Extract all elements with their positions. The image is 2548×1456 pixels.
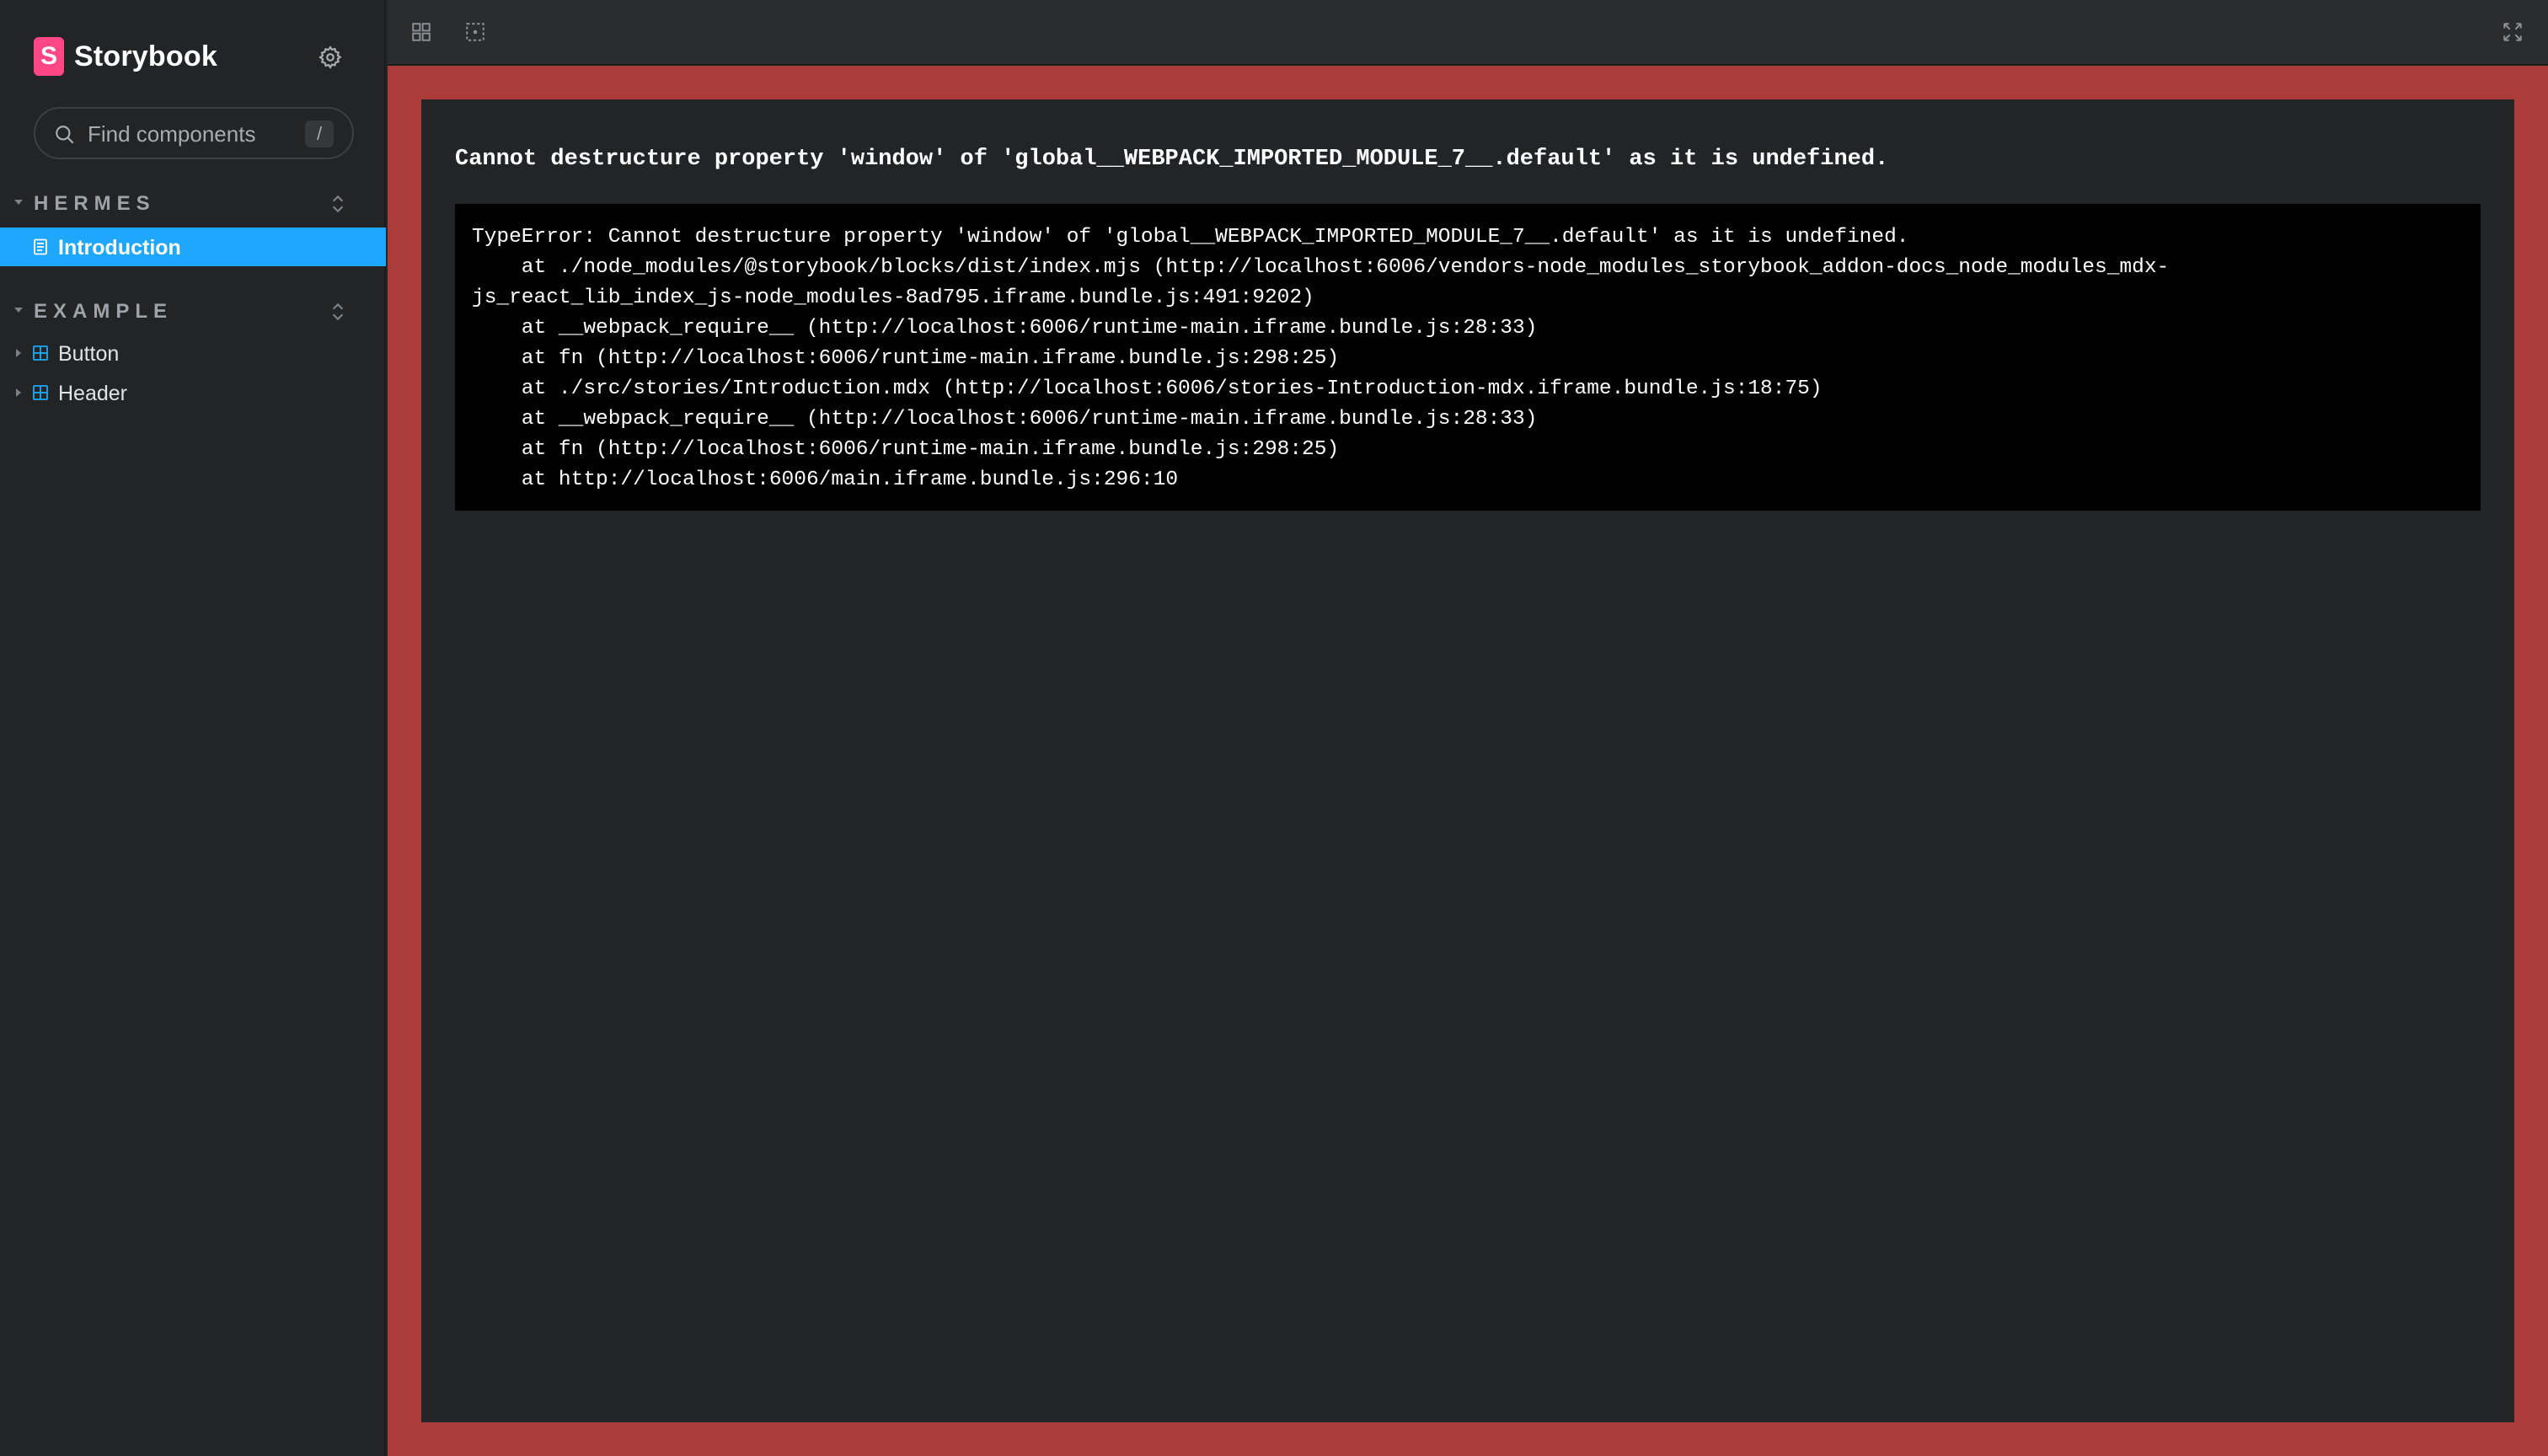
group-header-hermes[interactable]: HERMES xyxy=(0,187,386,221)
settings-button[interactable] xyxy=(313,40,347,74)
sidebar-item-header[interactable]: Header xyxy=(0,373,386,412)
chevron-right-icon[interactable] xyxy=(14,388,23,398)
brand[interactable]: S Storybook xyxy=(34,37,217,76)
stack-line: TypeError: Cannot destructure property '… xyxy=(472,226,1909,249)
search-input[interactable] xyxy=(86,115,297,153)
outline-icon xyxy=(466,23,484,41)
error-stack-trace: TypeError: Cannot destructure property '… xyxy=(455,204,2481,511)
stack-line: at fn (http://localhost:6006/runtime-mai… xyxy=(472,438,1340,461)
group-label: EXAMPLE xyxy=(34,300,174,323)
sidebar-item-label: Introduction xyxy=(58,236,181,260)
sidebar-item-label: Button xyxy=(58,342,120,366)
expand-collapse-icon[interactable] xyxy=(327,300,349,324)
storybook-logo: S xyxy=(34,37,64,76)
sidebar: S Storybook / HERMES xyxy=(0,0,386,1456)
component-icon xyxy=(33,345,48,361)
document-icon xyxy=(34,238,47,255)
sidebar-item-button[interactable]: Button xyxy=(0,334,386,372)
fullscreen-button[interactable] xyxy=(2497,17,2528,47)
preview-toolbar xyxy=(388,0,2548,66)
group-header-example[interactable]: EXAMPLE xyxy=(0,295,386,329)
outline-toggle-button[interactable] xyxy=(460,17,490,47)
stack-line: at __webpack_require__ (http://localhost… xyxy=(472,408,1538,431)
storybook-logo-letter: S xyxy=(40,42,57,70)
stack-line: at http://localhost:6006/main.iframe.bun… xyxy=(472,468,1179,491)
chevron-right-icon[interactable] xyxy=(14,348,23,358)
sidebar-item-introduction[interactable]: Introduction xyxy=(0,228,386,266)
grid-toggle-button[interactable] xyxy=(406,17,436,47)
error-panel: Cannot destructure property 'window' of … xyxy=(421,99,2514,1422)
stack-line: at __webpack_require__ (http://localhost… xyxy=(472,317,1538,340)
component-icon xyxy=(33,385,48,400)
preview-error-frame: Cannot destructure property 'window' of … xyxy=(388,66,2548,1456)
brand-name: Storybook xyxy=(74,40,217,72)
gear-icon xyxy=(318,46,342,69)
sidebar-item-label: Header xyxy=(58,382,127,405)
grid-icon xyxy=(412,23,431,41)
stack-line: at fn (http://localhost:6006/runtime-mai… xyxy=(472,347,1340,370)
stack-line: at ./node_modules/@storybook/blocks/dist… xyxy=(472,256,2170,279)
group-label: HERMES xyxy=(34,192,156,215)
stack-line: at ./src/stories/Introduction.mdx (http:… xyxy=(472,377,1823,400)
chevron-down-icon xyxy=(14,308,23,313)
chevron-down-icon xyxy=(14,200,23,205)
search-icon xyxy=(56,126,74,144)
stack-line: js_react_lib_index_js-node_modules-8ad79… xyxy=(472,286,1314,309)
expand-collapse-icon[interactable] xyxy=(327,192,349,216)
fullscreen-icon xyxy=(2503,23,2522,41)
search-box[interactable]: / xyxy=(34,107,354,159)
search-shortcut-badge: / xyxy=(305,120,334,147)
error-title: Cannot destructure property 'window' of … xyxy=(455,147,1889,172)
